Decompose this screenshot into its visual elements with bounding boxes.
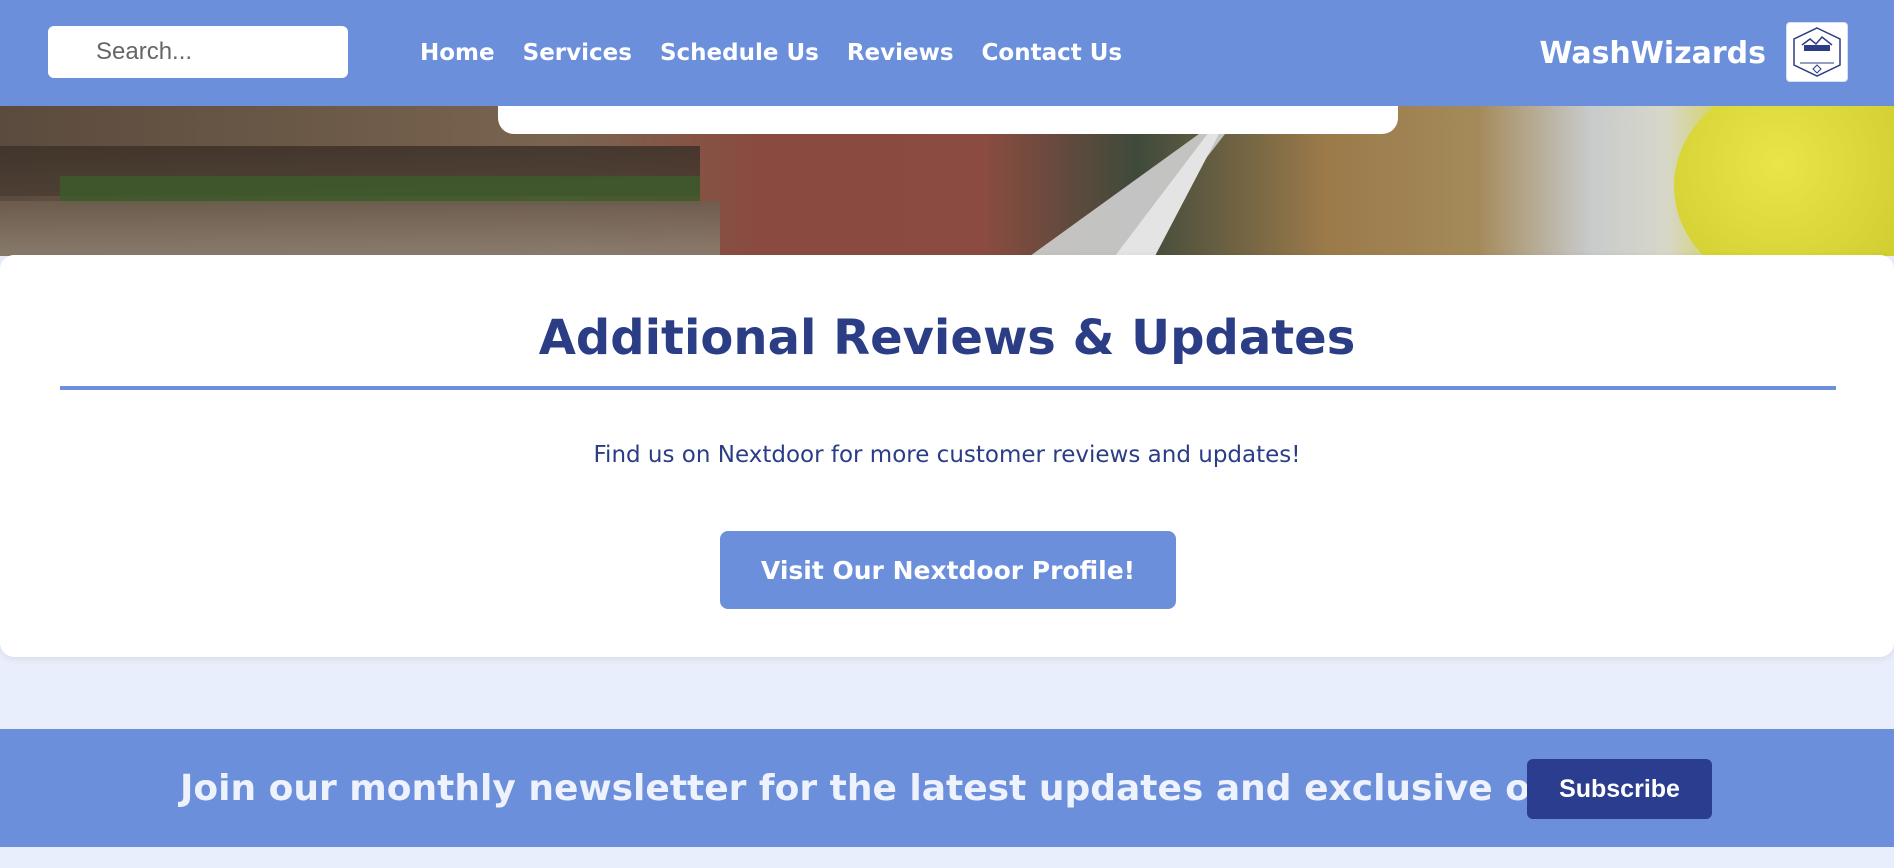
newsletter-banner: Join our monthly newsletter for the late… [0, 729, 1894, 847]
visit-nextdoor-button[interactable]: Visit Our Nextdoor Profile! [720, 531, 1176, 609]
nav-schedule-link[interactable]: Schedule Us [660, 40, 819, 66]
nav-services-link[interactable]: Services [523, 40, 632, 66]
brand-logo[interactable] [1786, 22, 1848, 82]
section-description: Find us on Nextdoor for more customer re… [593, 442, 1301, 468]
newsletter-message: Join our monthly newsletter for the late… [180, 767, 1640, 809]
nav-reviews-link[interactable]: Reviews [847, 40, 954, 66]
top-navbar: Home Services Schedule Us Reviews Contac… [0, 0, 1894, 106]
section-title: Additional Reviews & Updates [538, 310, 1356, 366]
search-input[interactable] [48, 26, 348, 78]
main-nav: Home Services Schedule Us Reviews Contac… [420, 0, 1150, 106]
subscribe-button[interactable]: Subscribe [1527, 759, 1712, 819]
nav-contact-link[interactable]: Contact Us [982, 40, 1123, 66]
title-divider [60, 386, 1836, 390]
logo-badge-icon [1793, 27, 1841, 77]
nav-home-link[interactable]: Home [420, 40, 495, 66]
floating-card-bottom [498, 106, 1398, 134]
brand-name[interactable]: WashWizards [1539, 0, 1766, 106]
additional-reviews-section: Additional Reviews & Updates Find us on … [0, 255, 1894, 657]
